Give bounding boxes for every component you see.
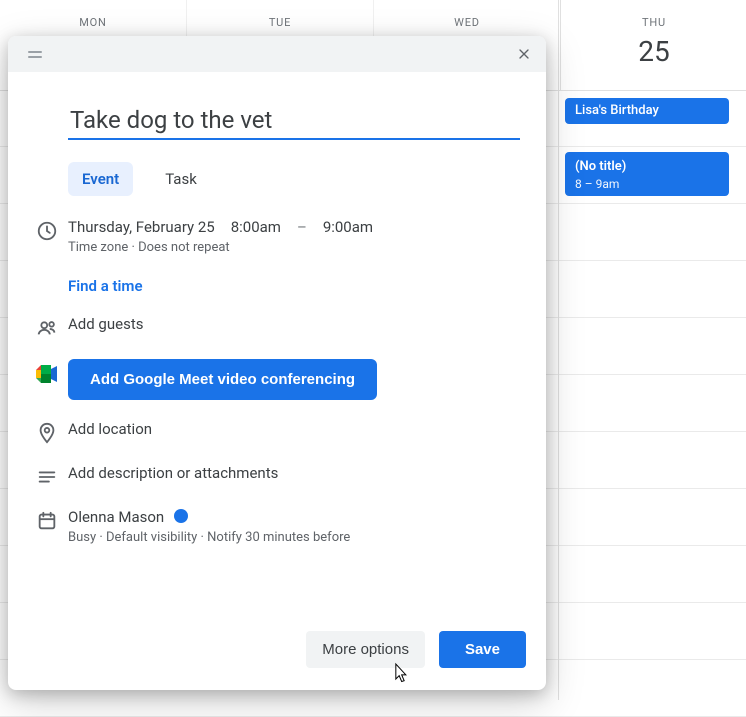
calendar-icon <box>26 508 68 532</box>
add-google-meet-button[interactable]: Add Google Meet video conferencing <box>68 359 377 400</box>
event-chip-timed[interactable]: (No title) 8 – 9am <box>565 152 729 196</box>
event-chip-allday[interactable]: Lisa's Birthday <box>565 98 729 124</box>
find-a-time-link[interactable]: Find a time <box>68 277 528 295</box>
day-label: MON <box>79 16 106 29</box>
description-placeholder: Add description or attachments <box>68 464 528 482</box>
google-meet-row: Add Google Meet video conferencing <box>26 359 528 400</box>
guests-row[interactable]: Add guests <box>26 315 528 339</box>
day-label: THU <box>642 16 666 29</box>
location-icon <box>26 420 68 444</box>
people-icon <box>26 315 68 339</box>
drag-handle-icon[interactable] <box>28 51 42 58</box>
event-title-input[interactable] <box>68 102 520 140</box>
organizer-row[interactable]: Olenna Mason Busy · Default visibility ·… <box>26 508 528 545</box>
event-time: 8 – 9am <box>575 176 719 192</box>
tab-event[interactable]: Event <box>68 162 133 196</box>
event-title: Lisa's Birthday <box>575 103 659 118</box>
day-label: TUE <box>269 16 291 29</box>
day-label: WED <box>454 16 480 29</box>
description-row[interactable]: Add description or attachments <box>26 464 528 488</box>
event-start-time[interactable]: 8:00am <box>231 218 281 236</box>
event-title: (No title) <box>575 158 719 176</box>
description-icon <box>26 464 68 488</box>
guests-placeholder: Add guests <box>68 315 528 333</box>
location-row[interactable]: Add location <box>26 420 528 444</box>
day-number: 25 <box>638 35 669 68</box>
modal-footer: More options Save <box>8 631 546 690</box>
column-divider <box>558 0 559 700</box>
more-options-button[interactable]: More options <box>306 631 425 668</box>
close-icon[interactable] <box>510 40 538 68</box>
calendar-color-dot[interactable] <box>174 509 188 523</box>
google-meet-icon <box>26 359 68 383</box>
datetime-row: Thursday, February 25 8:00am – 9:00am Ti… <box>26 218 528 295</box>
event-date[interactable]: Thursday, February 25 <box>68 218 215 236</box>
tab-task[interactable]: Task <box>151 162 211 196</box>
time-separator: – <box>297 218 307 236</box>
save-button[interactable]: Save <box>439 631 526 668</box>
datetime-subtext[interactable]: Time zone · Does not repeat <box>68 240 528 255</box>
event-create-modal: Event Task Thursday, February 25 8:00am … <box>8 36 546 690</box>
event-end-time[interactable]: 9:00am <box>323 218 373 236</box>
organizer-subtext[interactable]: Busy · Default visibility · Notify 30 mi… <box>68 530 528 545</box>
clock-icon <box>26 218 68 242</box>
event-type-tabs: Event Task <box>68 162 528 196</box>
day-header-thu[interactable]: THU 25 <box>560 0 746 90</box>
organizer-name: Olenna Mason <box>68 508 164 526</box>
modal-titlebar[interactable] <box>8 36 546 72</box>
location-placeholder: Add location <box>68 420 528 438</box>
